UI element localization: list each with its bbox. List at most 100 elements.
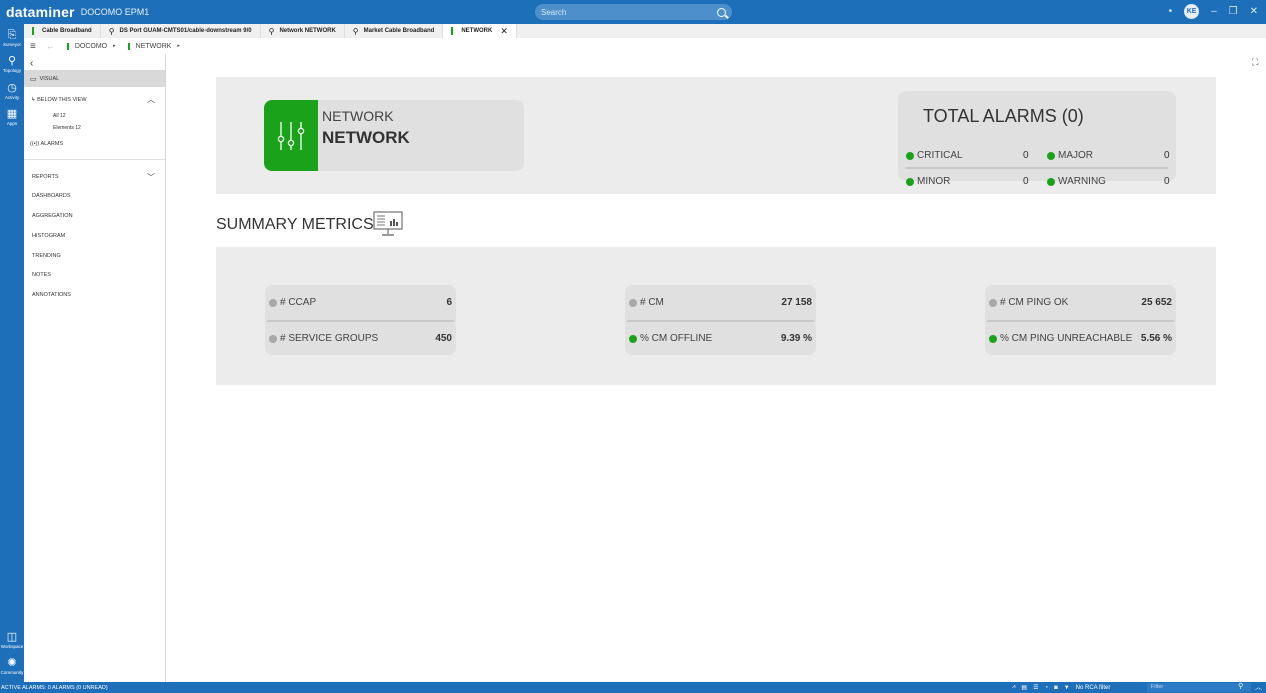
- nav-item-reports[interactable]: REPORTS: [32, 174, 59, 180]
- chevron-up-icon[interactable]: ︿: [147, 94, 155, 105]
- minimize-icon[interactable]: –: [1211, 6, 1217, 17]
- metric-label: # SERVICE GROUPS: [280, 333, 379, 344]
- tab-network-network[interactable]: ⚲ Network NETWORK: [261, 24, 345, 38]
- tab-ds-port[interactable]: ⚲ DS Port GUAM-CMTS01/cable-downstream 9…: [101, 24, 261, 38]
- search-input[interactable]: Search: [535, 4, 732, 20]
- rail-topology[interactable]: ⚲ Topology: [0, 55, 24, 73]
- filter-search-icon[interactable]: ⚲: [1238, 682, 1243, 690]
- total-alarms-title: TOTAL ALARMS (0): [923, 106, 1084, 126]
- metric-cm-ping-ok[interactable]: # CM PING OK: [989, 297, 1068, 308]
- metric-label: # CM PING OK: [1000, 297, 1069, 308]
- tab-network-active[interactable]: NETWORK ✕: [443, 24, 517, 38]
- rail-surveyor[interactable]: ⎘ Surveyor: [0, 29, 24, 47]
- alarm-label: MAJOR: [1058, 150, 1093, 161]
- chevron-up-icon[interactable]: ︿: [1255, 682, 1262, 692]
- alarm-warning[interactable]: WARNING: [1047, 176, 1106, 187]
- nav-item-alarms[interactable]: ((•)) ALARMS: [30, 141, 63, 147]
- active-alarms-status[interactable]: ACTIVE ALARMS: 0 ALARMS (0 UNREAD): [1, 685, 108, 691]
- nav-item-dashboards[interactable]: DASHBOARDS: [32, 193, 71, 199]
- alarm-minor[interactable]: MINOR: [906, 176, 950, 187]
- metric-service-groups-value: 450: [435, 333, 452, 344]
- metric-label: # CM: [640, 297, 664, 308]
- nav-item-below-this-view[interactable]: ↳ BELOW THIS VIEW: [31, 97, 87, 103]
- nav-item-notes[interactable]: NOTES: [32, 272, 51, 278]
- nav-item-trending[interactable]: TRENDING: [32, 253, 61, 259]
- list-icon[interactable]: ☰: [1033, 684, 1038, 691]
- close-tab-icon[interactable]: ✕: [500, 26, 508, 37]
- monitor-icon: ▭: [30, 75, 37, 83]
- nav-label: ALARMS: [40, 141, 64, 147]
- total-alarms-card: TOTAL ALARMS (0) CRITICAL 0 MAJOR 0 MINO…: [898, 91, 1176, 187]
- more-icon[interactable]: •: [1169, 6, 1173, 17]
- metric-label: # CCAP: [280, 297, 317, 308]
- tab-strip: Cable Broadband ⚲ DS Port GUAM-CMTS01/ca…: [24, 24, 1266, 38]
- breadcrumb-current[interactable]: NETWORK: [136, 43, 172, 50]
- tab-cable-broadband[interactable]: Cable Broadband: [24, 24, 101, 38]
- alarm-label: MINOR: [917, 176, 951, 187]
- rail-activity[interactable]: ◷ Activity: [0, 82, 24, 100]
- separator: [906, 167, 1168, 169]
- tab-market-cable-broadband[interactable]: ⚲ Market Cable Broadband: [345, 24, 444, 38]
- close-window-icon[interactable]: ✕: [1250, 6, 1258, 17]
- rail-label: Topology: [2, 68, 21, 73]
- rail-apps[interactable]: ▦ Apps: [0, 108, 24, 126]
- nav-item-aggregation[interactable]: AGGREGATION: [32, 213, 73, 219]
- alarm-label: CRITICAL: [917, 150, 963, 161]
- status-dot: [906, 177, 914, 186]
- metric-card-ccap: # CCAP 6 # SERVICE GROUPS 450: [265, 285, 456, 355]
- nav-item-annotations[interactable]: ANNOTATIONS: [32, 292, 71, 298]
- side-nav: ‹ ▭ VISUAL ↳ BELOW THIS VIEW ︿ All 12 El…: [24, 54, 166, 682]
- chevron-down-icon[interactable]: ﹀: [147, 172, 155, 183]
- status-dot: [989, 334, 997, 343]
- chart-icon[interactable]: ⩘: [1012, 684, 1015, 691]
- element-card[interactable]: NETWORK NETWORK: [264, 100, 524, 171]
- status-dot: [629, 298, 637, 307]
- search-icon[interactable]: [717, 7, 726, 17]
- separator: [987, 320, 1174, 322]
- metric-service-groups[interactable]: # SERVICE GROUPS: [269, 333, 378, 344]
- nav-item-visual[interactable]: ▭ VISUAL: [24, 70, 165, 87]
- fullscreen-icon[interactable]: ⛶: [1252, 57, 1258, 68]
- breadcrumb-root[interactable]: DOCOMO: [75, 43, 107, 50]
- avatar[interactable]: KE: [1184, 4, 1200, 19]
- alarm-major[interactable]: MAJOR: [1047, 150, 1093, 161]
- metric-ccap[interactable]: # CCAP: [269, 297, 316, 308]
- collapse-panel-icon[interactable]: ‹: [30, 58, 33, 69]
- metric-cm-ping-unreachable[interactable]: % CM PING UNREACHABLE: [989, 333, 1132, 344]
- metric-label: % CM OFFLINE: [640, 333, 713, 344]
- status-dot: [906, 151, 914, 160]
- back-arrow-icon[interactable]: ←: [46, 41, 55, 51]
- timer-icon[interactable]: ◔: [1044, 685, 1048, 691]
- filter-icon[interactable]: ▼: [1064, 685, 1070, 691]
- rail-label: Apps: [6, 121, 18, 126]
- rail-workspace[interactable]: ◫ Workspace: [0, 631, 24, 649]
- camera-icon[interactable]: ◙: [1054, 685, 1058, 691]
- hamburger-menu-icon[interactable]: ≡: [30, 41, 36, 52]
- summary-metrics-title: SUMMARY METRICS: [216, 216, 374, 233]
- tab-label: NETWORK: [461, 28, 493, 34]
- metric-cm[interactable]: # CM: [629, 297, 664, 308]
- status-dot: [1047, 177, 1055, 186]
- filter-input[interactable]: Filter: [1147, 683, 1251, 692]
- nav-sub-all[interactable]: All 12: [53, 113, 66, 119]
- restore-icon[interactable]: ❐: [1229, 6, 1238, 17]
- rca-filter-label[interactable]: No RCA filter: [1076, 685, 1111, 691]
- alarm-critical[interactable]: CRITICAL: [906, 150, 963, 161]
- apps-icon: ▦: [6, 108, 18, 120]
- status-marker: [451, 27, 454, 35]
- nav-item-histogram[interactable]: HISTOGRAM: [32, 233, 65, 239]
- dropdown-arrow-icon[interactable]: ▸: [177, 43, 180, 49]
- rail-community[interactable]: ✺ Community: [0, 657, 24, 675]
- title-bar: dataminer DOCOMO EPM1 Search • KE – ❐ ✕: [0, 0, 1266, 24]
- dropdown-arrow-icon[interactable]: ▸: [113, 43, 116, 49]
- metric-cm-value: 27 158: [781, 297, 812, 308]
- metric-cm-offline[interactable]: % CM OFFLINE: [629, 333, 712, 344]
- report-monitor-icon[interactable]: [373, 211, 403, 237]
- app-brand: dataminer: [6, 4, 75, 20]
- alarm-critical-count: 0: [1023, 150, 1029, 161]
- activity-icon: ◷: [7, 82, 17, 94]
- grid-icon[interactable]: ▤: [1021, 684, 1027, 691]
- nav-sub-elements[interactable]: Elements 12: [53, 125, 81, 131]
- metric-card-cm: # CM 27 158 % CM OFFLINE 9.39 %: [625, 285, 816, 355]
- status-bar: ACTIVE ALARMS: 0 ALARMS (0 UNREAD) ⩘ ▤ ☰…: [0, 682, 1266, 693]
